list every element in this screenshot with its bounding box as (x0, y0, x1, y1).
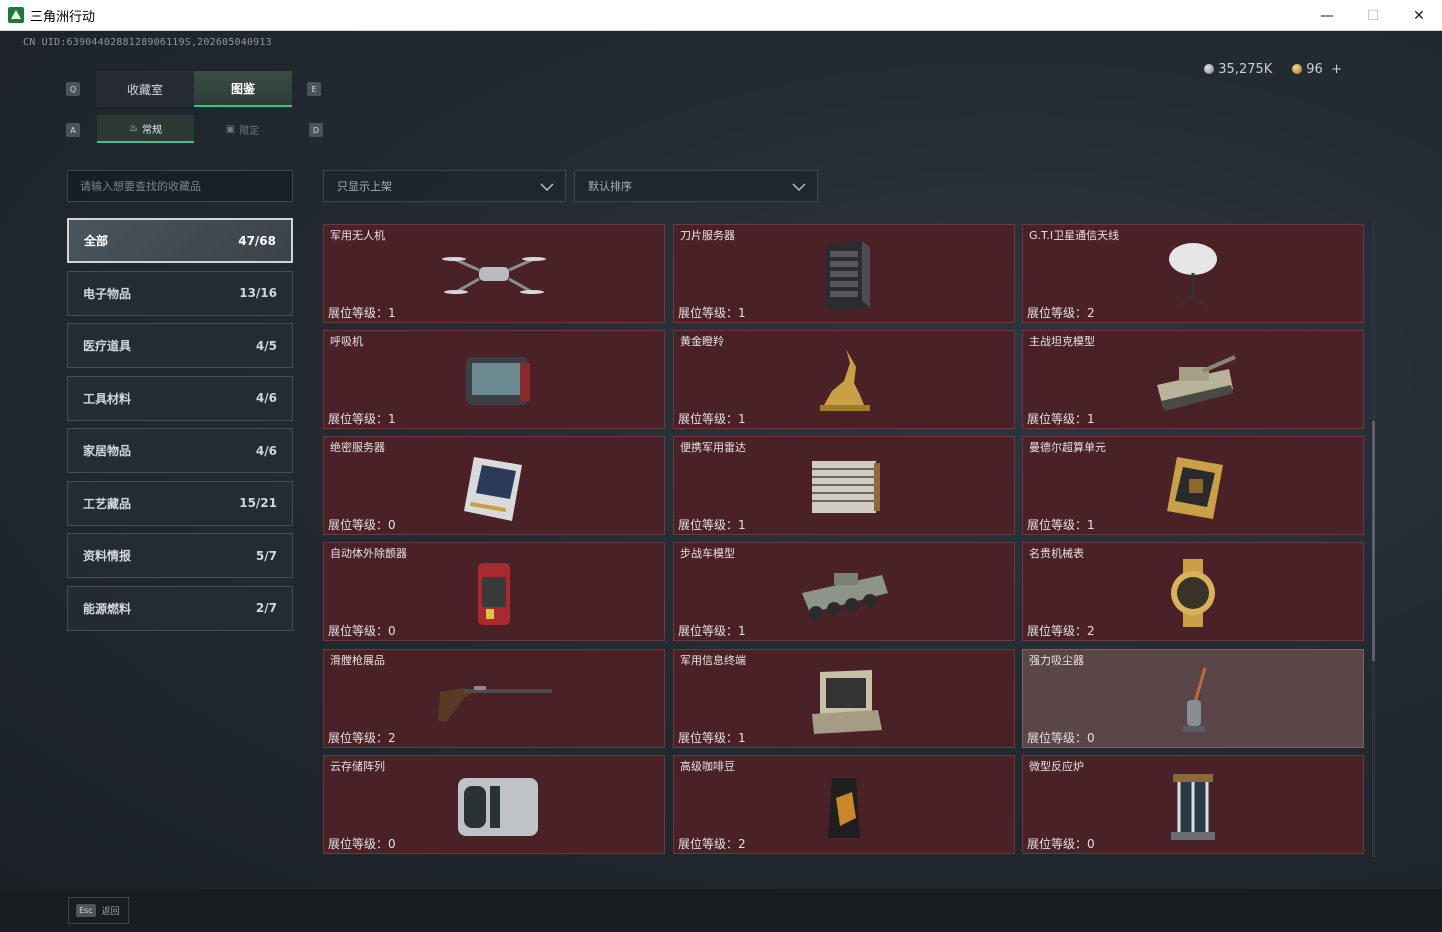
maximize-button[interactable]: ☐ (1350, 0, 1396, 31)
chevron-down-icon (540, 183, 554, 192)
musket-icon (438, 686, 552, 722)
footer-bar: Esc 返回 (0, 889, 1442, 932)
radar-icon (812, 461, 880, 513)
back-button[interactable]: Esc 返回 (68, 897, 129, 924)
filter-dropdown[interactable]: 只显示上架 (323, 170, 566, 202)
chevron-down-icon (792, 183, 806, 192)
category-tools[interactable]: 工具材料 4/6 (67, 375, 293, 421)
tab-catalog[interactable]: 图鉴 (194, 71, 292, 107)
tab-limited[interactable]: ▣ 限定 (194, 115, 291, 143)
vacuum-icon (1183, 667, 1207, 732)
item-card[interactable]: 军用信息终端 展位等级：1 (673, 649, 1015, 748)
item-grid-scrollbar[interactable] (1372, 221, 1375, 857)
window-titlebar: 三角洲行动 — ☐ ✕ (0, 0, 1442, 31)
scrollbar-thumb[interactable] (1372, 421, 1375, 661)
tab-regular[interactable]: ♨ 常规 (97, 115, 194, 143)
watch-icon (1171, 559, 1215, 627)
gazelle-statue-icon (820, 349, 870, 411)
tab-collection-room[interactable]: 收藏室 (96, 71, 194, 107)
flame-icon: ♨ (129, 122, 138, 134)
close-button[interactable]: ✕ (1396, 0, 1442, 31)
storage-array-icon (458, 778, 538, 836)
category-intel[interactable]: 资料情报 5/7 (67, 533, 293, 578)
terminal-icon (812, 670, 882, 734)
coffee-bag-icon (828, 778, 860, 838)
key-hint-a: A (66, 123, 80, 137)
main-tabs: 收藏室 图鉴 (96, 71, 292, 107)
category-crafts[interactable]: 工艺藏品 15/21 (67, 480, 293, 526)
window-title: 三角洲行动 (30, 8, 96, 24)
key-hint-e: E (307, 82, 321, 96)
item-card[interactable]: 名贵机械表 展位等级：2 (1022, 542, 1364, 641)
server-icon (826, 241, 870, 311)
item-card[interactable]: 曼德尔超算单元 展位等级：1 (1022, 436, 1364, 535)
item-card[interactable]: G.T.I卫星通信天线 展位等级：2 (1022, 224, 1364, 323)
token-balance: 96 + (1292, 62, 1342, 77)
tank-model-icon (1157, 355, 1236, 411)
drone-icon (442, 257, 546, 294)
compute-unit-icon (1167, 457, 1223, 519)
limited-icon: ▣ (225, 123, 236, 135)
player-uid: CN UID:6390440288128906119S,202605040913 (23, 37, 272, 48)
category-list: 全部 47/68 电子物品 13/16 医疗道具 4/5 工具材料 4/6 家居物品 4/… (67, 218, 293, 638)
minimize-button[interactable]: — (1304, 0, 1350, 31)
category-medical[interactable]: 医疗道具 4/5 (67, 323, 293, 368)
item-card[interactable]: 步战车模型 展位等级：1 (673, 542, 1015, 641)
item-card[interactable]: 黄金瞪羚 展位等级：1 (673, 330, 1015, 429)
ventilator-icon (466, 357, 530, 405)
item-card[interactable]: 高级咖啡豆 展位等级：2 (673, 755, 1015, 854)
ifv-model-icon (802, 573, 888, 620)
item-card[interactable]: 呼吸机 展位等级：1 (323, 330, 665, 429)
coin-balance: 35,275K (1204, 62, 1272, 77)
key-hint-d: D (309, 123, 323, 137)
secret-server-icon (464, 457, 522, 521)
item-card[interactable]: 主战坦克模型 展位等级：1 (1022, 330, 1364, 429)
token-icon (1292, 64, 1303, 74)
satellite-dish-icon (1169, 243, 1217, 308)
category-energy[interactable]: 能源燃料 2/7 (67, 585, 293, 631)
item-card[interactable]: 军用无人机 展位等级：1 (323, 224, 665, 323)
back-label: 返回 (101, 907, 120, 917)
sub-tabs: ♨ 常规 ▣ 限定 (97, 115, 291, 143)
add-currency-button[interactable]: + (1331, 62, 1342, 77)
item-card[interactable]: 绝密服务器 展位等级：0 (323, 436, 665, 535)
coin-icon (1204, 64, 1215, 74)
item-card[interactable]: 刀片服务器 展位等级：1 (673, 224, 1015, 323)
item-card[interactable]: 云存储阵列 展位等级：0 (323, 755, 665, 854)
currency-bar: 35,275K 96 + (1204, 62, 1342, 77)
esc-key-hint: Esc (76, 904, 96, 917)
category-household[interactable]: 家居物品 4/6 (67, 428, 293, 473)
defibrillator-icon (478, 563, 510, 625)
game-viewport: CN UID:6390440288128906119S,202605040913… (0, 31, 1442, 889)
key-hint-q: Q (66, 82, 80, 96)
search-input[interactable]: 请输入想要查找的收藏品 (67, 170, 293, 202)
item-card[interactable]: 自动体外除颤器 展位等级：0 (323, 542, 665, 641)
item-card[interactable]: 强力吸尘器 展位等级：0 (1022, 649, 1364, 748)
reactor-icon (1171, 774, 1215, 840)
category-all[interactable]: 全部 47/68 (67, 218, 293, 263)
item-card[interactable]: 便携军用雷达 展位等级：1 (673, 436, 1015, 535)
sort-dropdown[interactable]: 默认排序 (574, 170, 818, 202)
app-logo-icon (8, 7, 24, 23)
item-card[interactable]: 滑膛枪展品 展位等级：2 (323, 649, 665, 748)
category-electronics[interactable]: 电子物品 13/16 (67, 270, 293, 316)
window-controls: — ☐ ✕ (1304, 0, 1442, 31)
item-card[interactable]: 微型反应炉 展位等级：0 (1022, 755, 1364, 854)
